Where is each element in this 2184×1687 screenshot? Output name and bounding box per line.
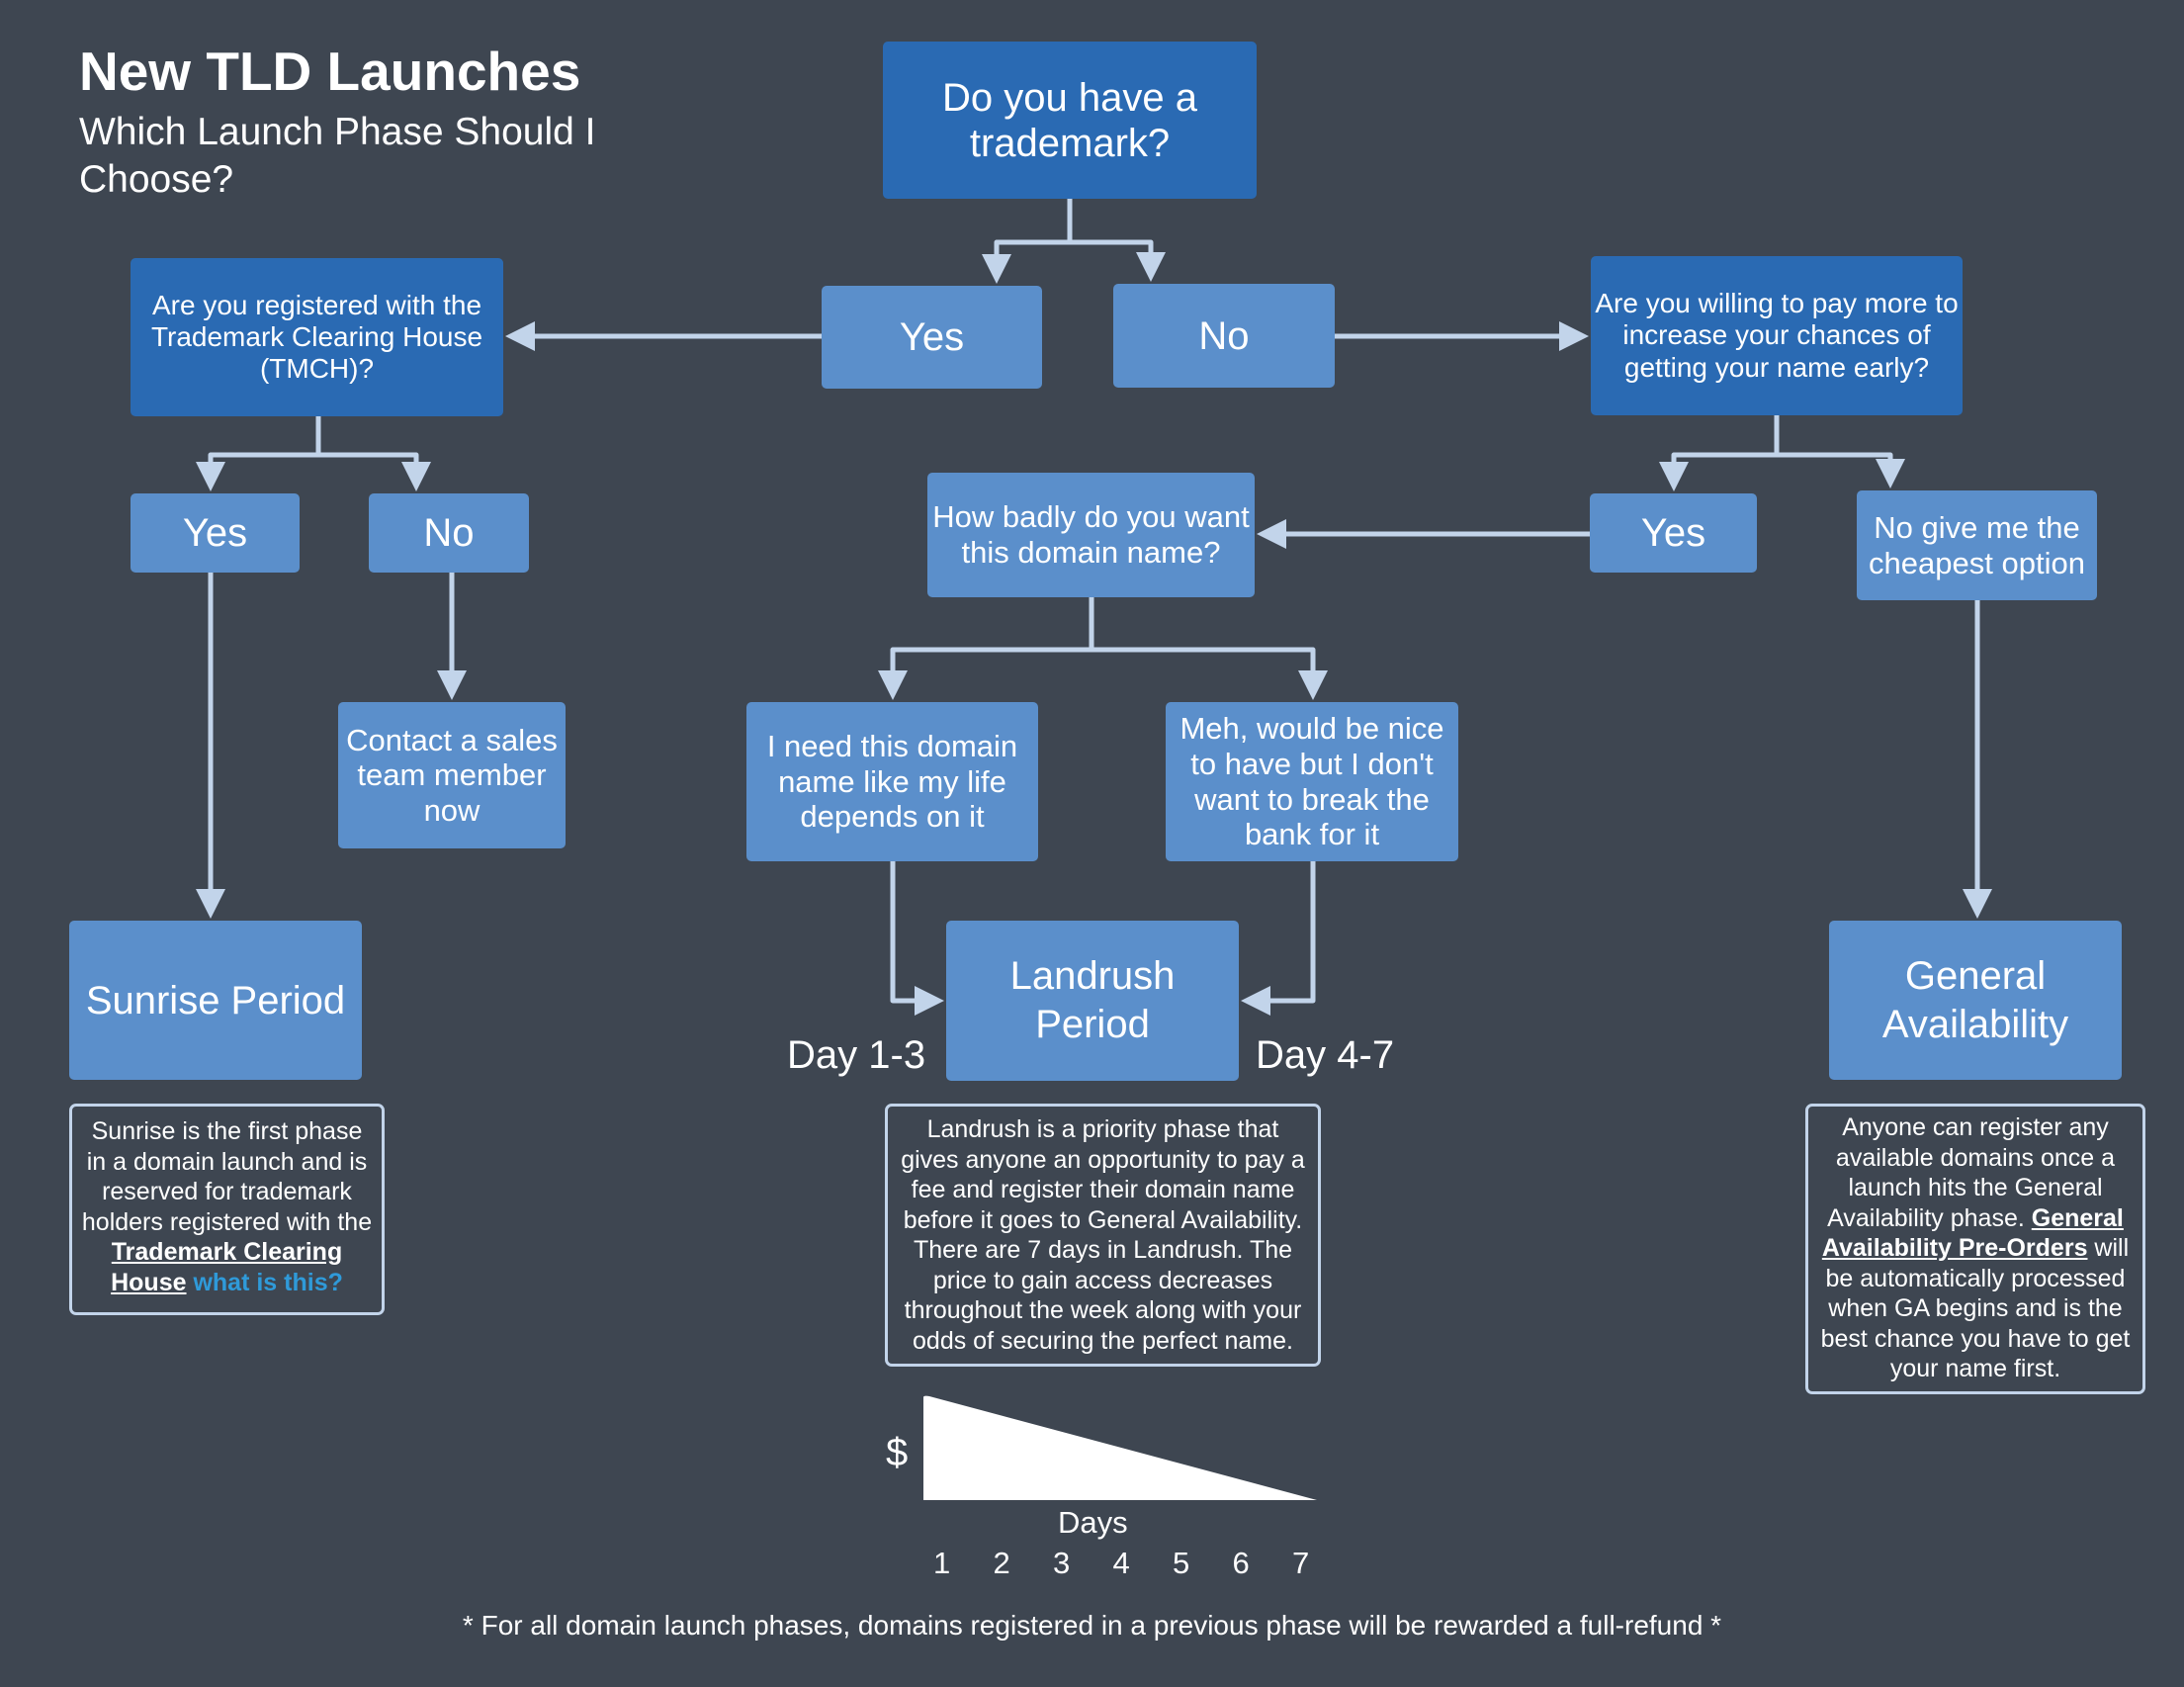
landrush-description-text: Landrush is a priority phase that gives … xyxy=(901,1115,1305,1355)
question-tmch[interactable]: Are you registered with the Trademark Cl… xyxy=(131,258,503,416)
question-trademark[interactable]: Do you have a trademark? xyxy=(883,42,1257,199)
connector-tmch-yes xyxy=(196,416,321,491)
connector-pay-yes xyxy=(1659,415,1780,491)
connector-trademark-no xyxy=(1070,239,1166,282)
price-trend-chart xyxy=(923,1395,1317,1500)
result-landrush[interactable]: Landrush Period xyxy=(946,921,1239,1081)
landrush-description: Landrush is a priority phase that gives … xyxy=(885,1104,1321,1367)
connector-trademark-yes xyxy=(982,199,1073,284)
day-tick: 5 xyxy=(1173,1546,1190,1580)
day-tick: 1 xyxy=(933,1546,951,1580)
connector-tmch-no xyxy=(318,452,431,491)
question-how-badly[interactable]: How badly do you want this domain name? xyxy=(927,473,1255,597)
label-day-4-7: Day 4-7 xyxy=(1256,1033,1395,1077)
day-tick: 3 xyxy=(1053,1546,1071,1580)
result-sunrise[interactable]: Sunrise Period xyxy=(69,921,362,1080)
day-tick: 2 xyxy=(993,1546,1010,1580)
label-day-1-3: Day 1-3 xyxy=(787,1033,926,1077)
day-tick: 6 xyxy=(1232,1546,1250,1580)
ga-description: Anyone can register any available domain… xyxy=(1805,1104,2145,1394)
day-tick: 7 xyxy=(1292,1546,1310,1580)
sunrise-description: Sunrise is the first phase in a domain l… xyxy=(69,1104,385,1315)
price-axis-label: $ xyxy=(886,1431,909,1474)
answer-pay-yes[interactable]: Yes xyxy=(1590,493,1757,573)
connector-meh-to-landrush xyxy=(1241,861,1316,1016)
connector-howbadly-meh xyxy=(1092,647,1328,700)
result-general-availability[interactable]: General Availability xyxy=(1829,921,2122,1080)
answer-trademark-yes[interactable]: Yes xyxy=(822,286,1042,389)
question-pay-more[interactable]: Are you willing to pay more to increase … xyxy=(1591,256,1963,415)
what-is-this-link[interactable]: what is this? xyxy=(193,1269,342,1296)
answer-need-it[interactable]: I need this domain name like my life dep… xyxy=(746,702,1038,861)
answer-tmch-yes[interactable]: Yes xyxy=(131,493,300,573)
contact-sales[interactable]: Contact a sales team member now xyxy=(338,702,566,848)
footer-note: * For all domain launch phases, domains … xyxy=(462,1610,1722,1641)
answer-tmch-no[interactable]: No xyxy=(369,493,529,573)
answer-trademark-no[interactable]: No xyxy=(1113,284,1335,388)
connector-howbadly-need xyxy=(878,597,1094,700)
price-trend-triangle xyxy=(923,1395,1317,1500)
answer-meh[interactable]: Meh, would be nice to have but I don't w… xyxy=(1166,702,1458,861)
day-tick: 4 xyxy=(1112,1546,1130,1580)
sunrise-description-text: Sunrise is the first phase in a domain l… xyxy=(81,1117,373,1236)
connector-need-to-landrush xyxy=(890,861,944,1016)
connector-pay-no xyxy=(1777,452,1905,488)
answer-cheapest[interactable]: No give me the cheapest option xyxy=(1857,490,2097,600)
days-axis-label: Days xyxy=(1058,1505,1128,1540)
